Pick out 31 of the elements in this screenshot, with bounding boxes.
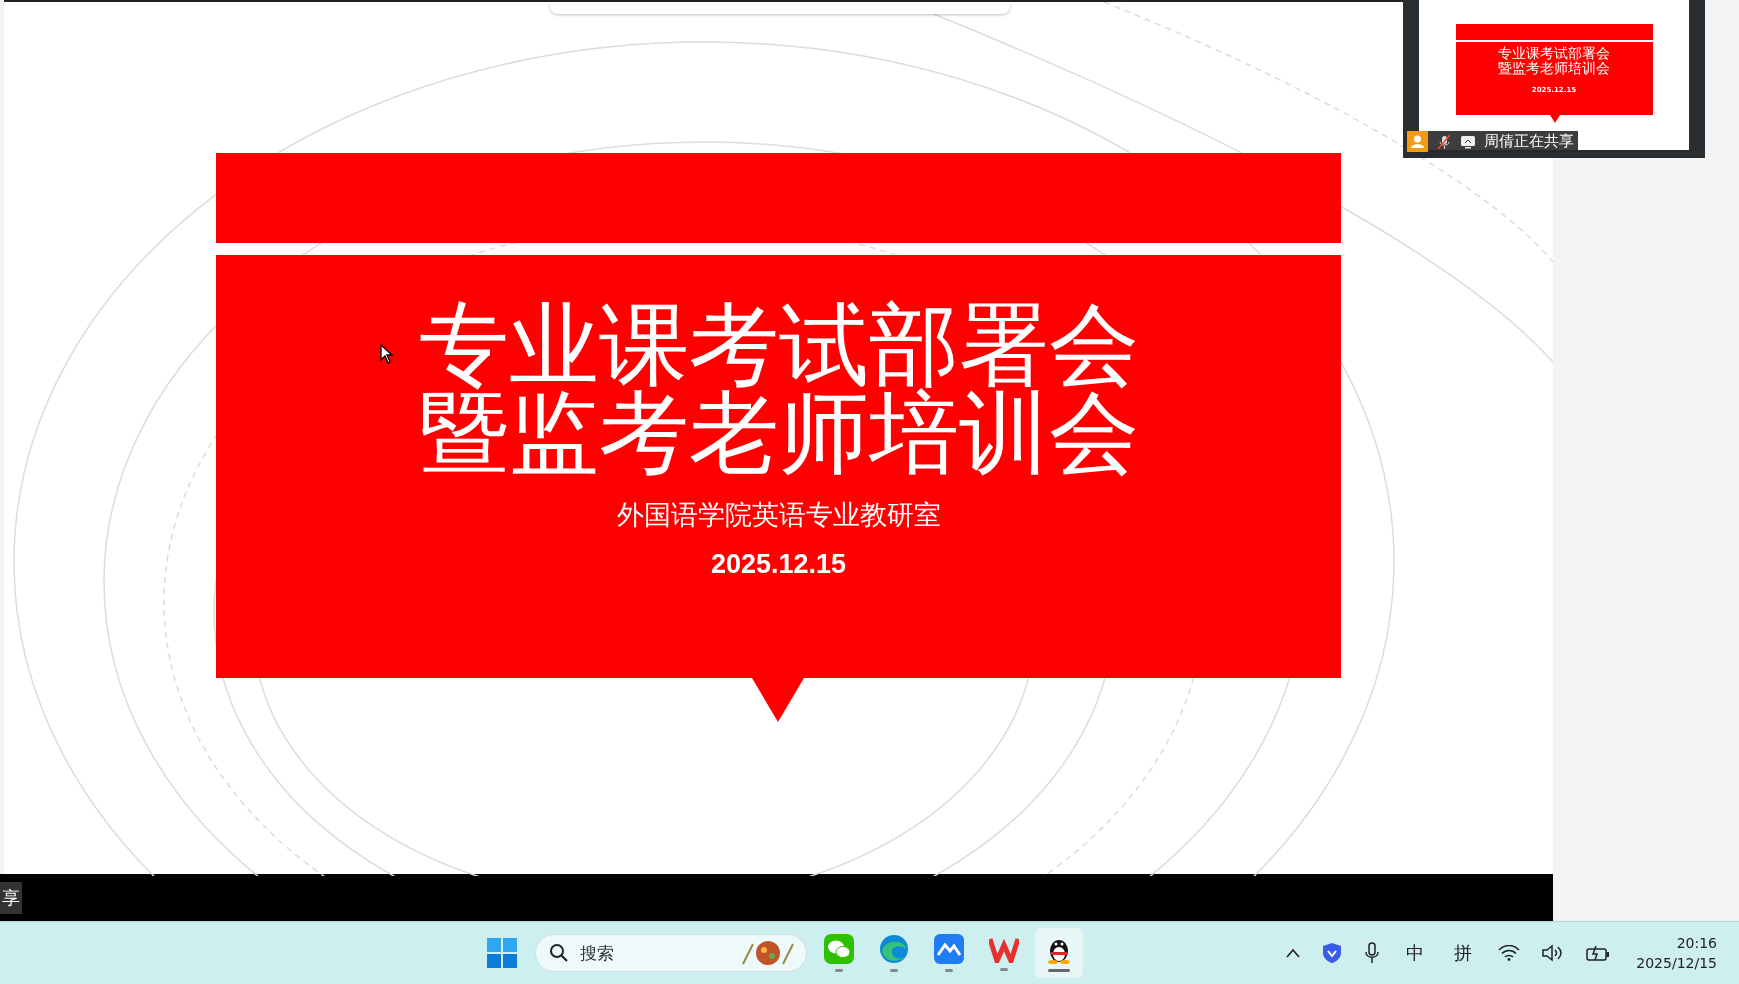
search-icon bbox=[549, 943, 569, 963]
input-mode-indicator[interactable]: 中 bbox=[1406, 941, 1425, 965]
sharer-status: 周倩正在共享 bbox=[1484, 132, 1574, 151]
pointer-triangle bbox=[1549, 115, 1560, 123]
chat-bubbles-icon bbox=[823, 934, 854, 964]
slide-title: 暨监考老师培训会 bbox=[1498, 61, 1610, 76]
taskbar-app[interactable] bbox=[1034, 928, 1083, 978]
clock-time[interactable]: 20:16 bbox=[1676, 933, 1717, 953]
person-icon bbox=[1407, 131, 1428, 152]
food-bowl-icon bbox=[739, 938, 797, 968]
mouse-cursor-icon bbox=[380, 344, 394, 364]
wifi-icon[interactable] bbox=[1498, 945, 1521, 961]
slide-title: 暨监考老师培训会 bbox=[418, 389, 1139, 477]
slide-title: 专业课考试部署会 bbox=[418, 301, 1139, 389]
search-field[interactable]: 搜索 bbox=[535, 934, 807, 972]
start-icon[interactable] bbox=[487, 938, 517, 968]
slide-subtitle: 外国语学院英语专业教研室 bbox=[616, 498, 941, 532]
shield-icon[interactable] bbox=[1322, 942, 1343, 964]
clock-date[interactable]: 2025/12/15 bbox=[1636, 953, 1717, 973]
slide-date: 2025.12.15 bbox=[710, 549, 847, 580]
speaker-icon[interactable] bbox=[1542, 944, 1565, 962]
input-method-indicator[interactable]: 拼 bbox=[1454, 941, 1473, 965]
share-label: 享 bbox=[0, 881, 22, 914]
chevron-up-icon[interactable] bbox=[1286, 948, 1301, 958]
screen-share-icon bbox=[1460, 134, 1476, 149]
mountain-app-icon bbox=[933, 934, 964, 964]
battery-icon[interactable] bbox=[1586, 945, 1611, 961]
microphone-icon[interactable] bbox=[1364, 942, 1381, 964]
slide-title: 专业课考试部署会 bbox=[1498, 46, 1610, 61]
mic-muted-icon bbox=[1436, 133, 1452, 150]
wave-circle-icon bbox=[878, 934, 909, 964]
